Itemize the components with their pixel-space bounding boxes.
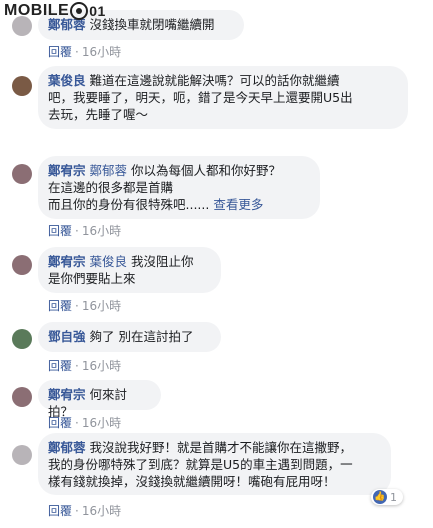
- comment-bubble: 鄭宥宗 葉俊良 我沒阻止你 是你們要貼上來: [38, 247, 221, 293]
- eye-icon: [70, 2, 89, 20]
- timestamp[interactable]: 16小時: [82, 299, 121, 313]
- timestamp[interactable]: 16小時: [82, 416, 121, 430]
- mobile01-watermark: MOBILE 01: [4, 2, 106, 20]
- reply-link[interactable]: 回覆: [48, 45, 72, 59]
- commenter-name[interactable]: 鄧自強: [48, 329, 86, 344]
- mentioned-user[interactable]: 葉俊良: [90, 254, 128, 269]
- comment-bubble: 葉俊良 難道在這邊說就能解決嗎？可以的話你就繼續 吧，我要睡了，明天，呃，錯了是今…: [38, 66, 408, 129]
- comment-bubble: 鄭宥宗 何來討拍？: [38, 380, 161, 419]
- reply-link[interactable]: 回覆: [48, 359, 72, 373]
- watermark-text: MOBILE: [4, 2, 70, 19]
- comment-actions: 回覆 · 16小時: [48, 416, 122, 430]
- like-icon: 👍: [373, 490, 387, 504]
- commenter-name[interactable]: 鄭宥宗: [48, 254, 86, 269]
- commenter-name[interactable]: 鄭宥宗: [48, 163, 86, 178]
- avatar[interactable]: [12, 164, 32, 184]
- avatar-image: [12, 164, 32, 184]
- avatar[interactable]: [12, 329, 32, 349]
- mentioned-user[interactable]: 鄭郁蓉: [90, 163, 128, 178]
- comment-bubble: 鄧自強 夠了 別在這討拍了: [38, 322, 221, 352]
- comment-bubble: 鄭宥宗 鄭郁蓉 你以為每個人都和你好野？ 在這邊的很多都是首購 而且你的身份有很特殊…: [38, 156, 320, 219]
- watermark-suffix: 01: [89, 3, 106, 19]
- comment-text: 我沒說我好野！就是首購才不能讓你在這撒野， 我的身份哪特殊了到底？就算是U5的車…: [48, 440, 353, 489]
- avatar[interactable]: [12, 445, 32, 465]
- timestamp[interactable]: 16小時: [82, 359, 121, 373]
- reply-link[interactable]: 回覆: [48, 224, 72, 238]
- avatar[interactable]: [12, 387, 32, 407]
- comment-actions: 回覆 · 16小時: [48, 45, 122, 59]
- commenter-name[interactable]: 鄭宥宗: [48, 387, 86, 402]
- reaction-count: 1: [390, 490, 397, 504]
- commenter-name[interactable]: 鄭郁蓉: [48, 440, 86, 455]
- avatar-image: [12, 76, 32, 96]
- comment-actions: 回覆 · 16小時: [48, 504, 122, 518]
- see-more-link[interactable]: 查看更多: [213, 197, 263, 212]
- avatar[interactable]: [12, 76, 32, 96]
- comment-actions: 回覆 · 16小時: [48, 359, 122, 373]
- avatar-image: [12, 255, 32, 275]
- reply-link[interactable]: 回覆: [48, 416, 72, 430]
- avatar[interactable]: [12, 255, 32, 275]
- comment-text: 難道在這邊說就能解決嗎？可以的話你就繼續 吧，我要睡了，明天，呃，錯了是今天早上…: [48, 73, 353, 122]
- reply-link[interactable]: 回覆: [48, 299, 72, 313]
- timestamp[interactable]: 16小時: [82, 45, 121, 59]
- comment-actions: 回覆 · 16小時: [48, 299, 122, 313]
- comment-bubble: 鄭郁蓉 我沒說我好野！就是首購才不能讓你在這撒野， 我的身份哪特殊了到底？就算是U…: [38, 433, 391, 495]
- avatar-image: [12, 387, 32, 407]
- comment-text: 夠了 別在這討拍了: [89, 329, 194, 344]
- avatar-image: [12, 445, 32, 465]
- timestamp[interactable]: 16小時: [82, 504, 121, 518]
- reply-link[interactable]: 回覆: [48, 504, 72, 518]
- commenter-name[interactable]: 葉俊良: [48, 73, 86, 88]
- comment-actions: 回覆 · 16小時: [48, 224, 122, 238]
- reaction-badge[interactable]: 👍 1: [371, 489, 403, 505]
- comment-text: 沒錢換車就閉嘴繼續開: [89, 17, 215, 32]
- timestamp[interactable]: 16小時: [82, 224, 121, 238]
- avatar-image: [12, 329, 32, 349]
